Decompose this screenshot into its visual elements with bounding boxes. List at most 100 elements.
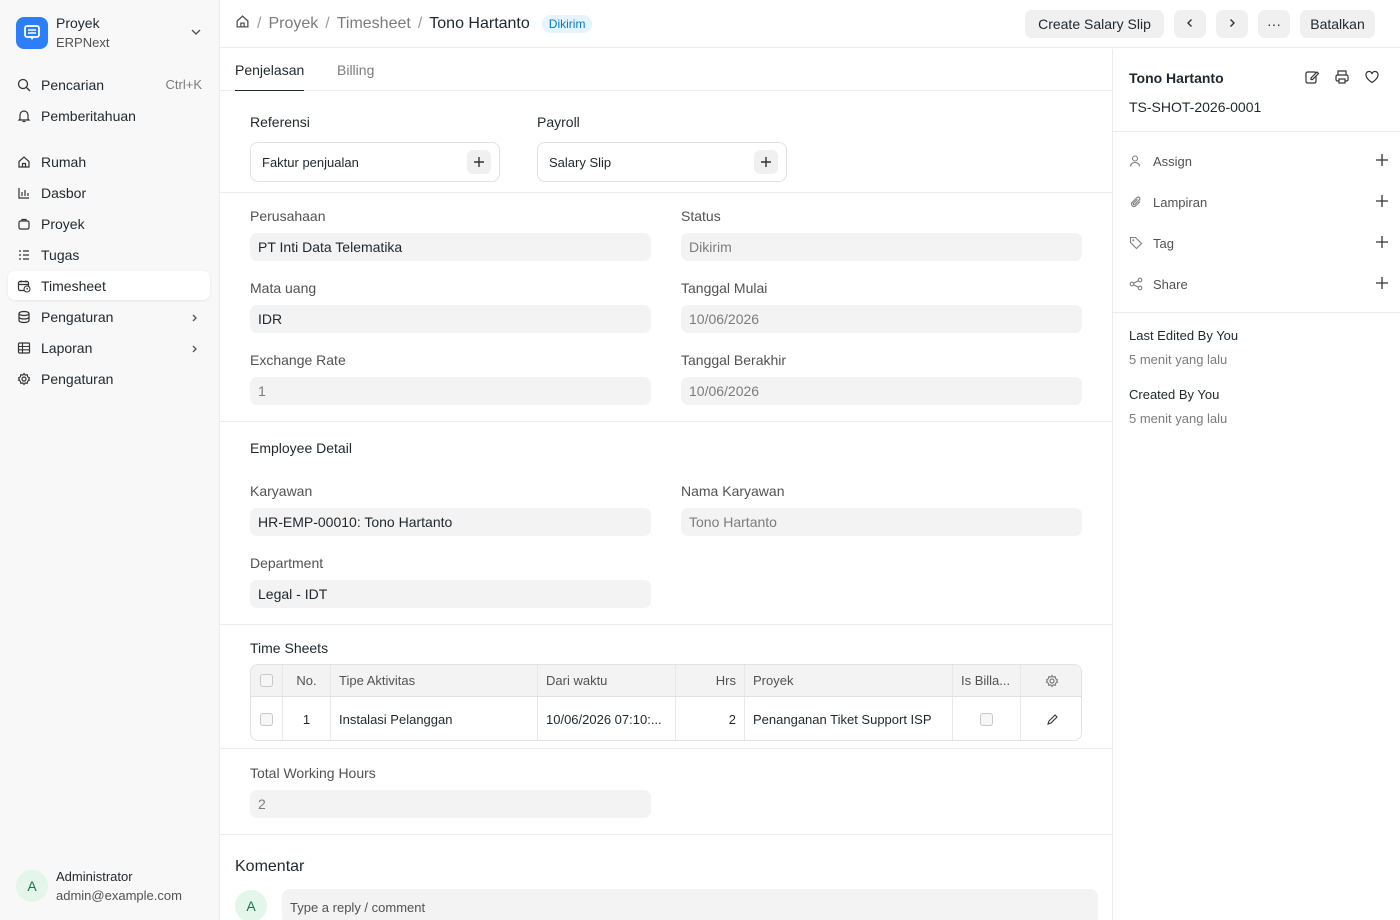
breadcrumb-separator: / — [417, 15, 423, 32]
row-checkbox[interactable] — [251, 697, 283, 740]
breadcrumb-separator: / — [257, 15, 262, 32]
table-icon — [16, 340, 32, 356]
start-date-label: Tanggal Mulai — [681, 280, 768, 296]
section-employee-detail: Employee Detail — [250, 440, 352, 456]
department-label: Department — [250, 555, 324, 571]
column-hours: Hrs — [676, 665, 745, 696]
sidebar-item-rumah[interactable]: Rumah — [8, 147, 210, 176]
avatar: A — [235, 890, 267, 920]
currency-label: Mata uang — [250, 280, 317, 296]
gear-icon[interactable] — [1021, 665, 1081, 696]
attachments-row[interactable]: Lampiran — [1129, 192, 1389, 212]
heart-icon[interactable] — [1364, 69, 1380, 88]
salary-slip-link[interactable]: Salary Slip — [537, 142, 787, 182]
time-sheets-table: No. Tipe Aktivitas Dari waktu Hrs Proyek… — [250, 664, 1082, 741]
exchange-rate-field[interactable]: 1 — [250, 377, 651, 405]
plus-icon[interactable] — [1375, 276, 1389, 293]
chart-icon — [16, 185, 32, 201]
user-menu[interactable]: A Administrator admin@example.com — [16, 867, 182, 905]
total-hours-label: Total Working Hours — [250, 765, 376, 781]
sidebar-item-timesheet[interactable]: Timesheet — [8, 271, 210, 300]
sidebar-item-pengaturan-group[interactable]: Pengaturan — [8, 302, 210, 331]
home-icon[interactable] — [235, 14, 250, 34]
chevron-right-icon — [190, 310, 200, 326]
status-label: Status — [681, 208, 721, 224]
start-date-field: 10/06/2026 — [681, 305, 1082, 333]
breadcrumb-timesheet[interactable]: Timesheet — [337, 15, 411, 33]
row-hours[interactable]: 2 — [676, 697, 745, 740]
doc-actions — [1304, 69, 1380, 88]
last-edited-label: Last Edited By You — [1129, 328, 1239, 343]
paperclip-icon — [1129, 195, 1145, 209]
column-from-time: Dari waktu — [538, 665, 676, 696]
sidebar-search[interactable]: Pencarian Ctrl+K — [8, 70, 210, 99]
edit-icon[interactable] — [1021, 697, 1081, 740]
tags-row[interactable]: Tag — [1129, 233, 1389, 253]
plus-icon[interactable] — [1375, 153, 1389, 170]
created-time: 5 menit yang lalu — [1129, 411, 1228, 426]
calendar-clock-icon — [16, 278, 32, 294]
comment-input[interactable]: Type a reply / comment — [282, 889, 1098, 920]
sales-invoice-link[interactable]: Faktur penjualan — [250, 142, 500, 182]
column-activity-type: Tipe Aktivitas — [331, 665, 538, 696]
sidebar-item-dasbor[interactable]: Dasbor — [8, 178, 210, 207]
breadcrumb-proyek[interactable]: Proyek — [268, 15, 318, 33]
created-label: Created By You — [1129, 387, 1220, 402]
create-salary-slip-button[interactable]: Create Salary Slip — [1025, 10, 1164, 38]
divider — [220, 748, 1112, 749]
row-from-time[interactable]: 10/06/2026 07:10:... — [538, 697, 676, 740]
sidebar-item-laporan[interactable]: Laporan — [8, 333, 210, 362]
user-name: Administrator — [56, 869, 133, 884]
doc-owner-title: Tono Hartanto — [1129, 70, 1224, 86]
row-billable-checkbox[interactable] — [953, 697, 1021, 740]
divider — [220, 624, 1112, 625]
next-button[interactable] — [1216, 10, 1248, 38]
end-date-label: Tanggal Berakhir — [681, 352, 787, 368]
print-icon[interactable] — [1334, 69, 1350, 88]
exchange-rate-label: Exchange Rate — [250, 352, 346, 368]
employee-field[interactable]: HR-EMP-00010: Tono Hartanto — [250, 508, 651, 536]
cancel-button[interactable]: Batalkan — [1300, 10, 1375, 38]
currency-field[interactable]: IDR — [250, 305, 651, 333]
tab-billing[interactable]: Billing — [337, 62, 374, 91]
sidebar-notifications-label: Pemberitahuan — [41, 107, 136, 124]
app-name: Proyek — [56, 15, 100, 31]
app-switcher[interactable]: Proyek ERPNext — [16, 13, 206, 53]
plus-icon[interactable] — [1375, 194, 1389, 211]
select-all-checkbox[interactable] — [251, 665, 283, 696]
page-title: Tono Hartanto — [429, 15, 530, 32]
list-icon — [16, 247, 32, 263]
plus-icon[interactable] — [1375, 235, 1389, 252]
department-field[interactable]: Legal - IDT — [250, 580, 651, 608]
divider — [1113, 131, 1400, 132]
doc-id: TS-SHOT-2026-0001 — [1129, 99, 1262, 115]
previous-button[interactable] — [1174, 10, 1206, 38]
sidebar: Proyek ERPNext Pencarian Ctrl+K Pemberit… — [0, 0, 220, 920]
table-header: No. Tipe Aktivitas Dari waktu Hrs Proyek… — [251, 665, 1081, 697]
tags-label: Tag — [1153, 235, 1174, 251]
breadcrumb-separator: / — [325, 15, 330, 32]
plus-icon[interactable] — [754, 150, 778, 174]
sidebar-item-label: Proyek — [41, 215, 85, 232]
company-field[interactable]: PT Inti Data Telematika — [250, 233, 651, 261]
edit-icon[interactable] — [1304, 69, 1320, 88]
total-hours-field: 2 — [250, 790, 651, 818]
table-row[interactable]: 1 Instalasi Pelanggan 10/06/2026 07:10:.… — [251, 697, 1081, 740]
share-row[interactable]: Share — [1129, 274, 1389, 294]
sidebar-item-tugas[interactable]: Tugas — [8, 240, 210, 269]
section-time-sheets: Time Sheets — [250, 640, 329, 656]
assign-label: Assign — [1153, 153, 1193, 169]
assign-row[interactable]: Assign — [1129, 151, 1389, 171]
sidebar-notifications[interactable]: Pemberitahuan — [8, 101, 210, 130]
plus-icon[interactable] — [467, 150, 491, 174]
sidebar-item-pengaturan[interactable]: Pengaturan — [8, 364, 210, 393]
divider — [220, 421, 1112, 422]
chevron-left-icon — [1184, 16, 1196, 32]
more-options-button[interactable]: ··· — [1258, 10, 1290, 38]
sidebar-item-proyek[interactable]: Proyek — [8, 209, 210, 238]
tab-penjelasan[interactable]: Penjelasan — [235, 62, 305, 91]
employee-name-field: Tono Hartanto — [681, 508, 1082, 536]
row-activity-type[interactable]: Instalasi Pelanggan — [331, 697, 538, 740]
breadcrumb: / Proyek / Timesheet / Tono Hartanto Dik… — [235, 14, 593, 34]
row-project[interactable]: Penanganan Tiket Support ISP — [745, 697, 953, 740]
